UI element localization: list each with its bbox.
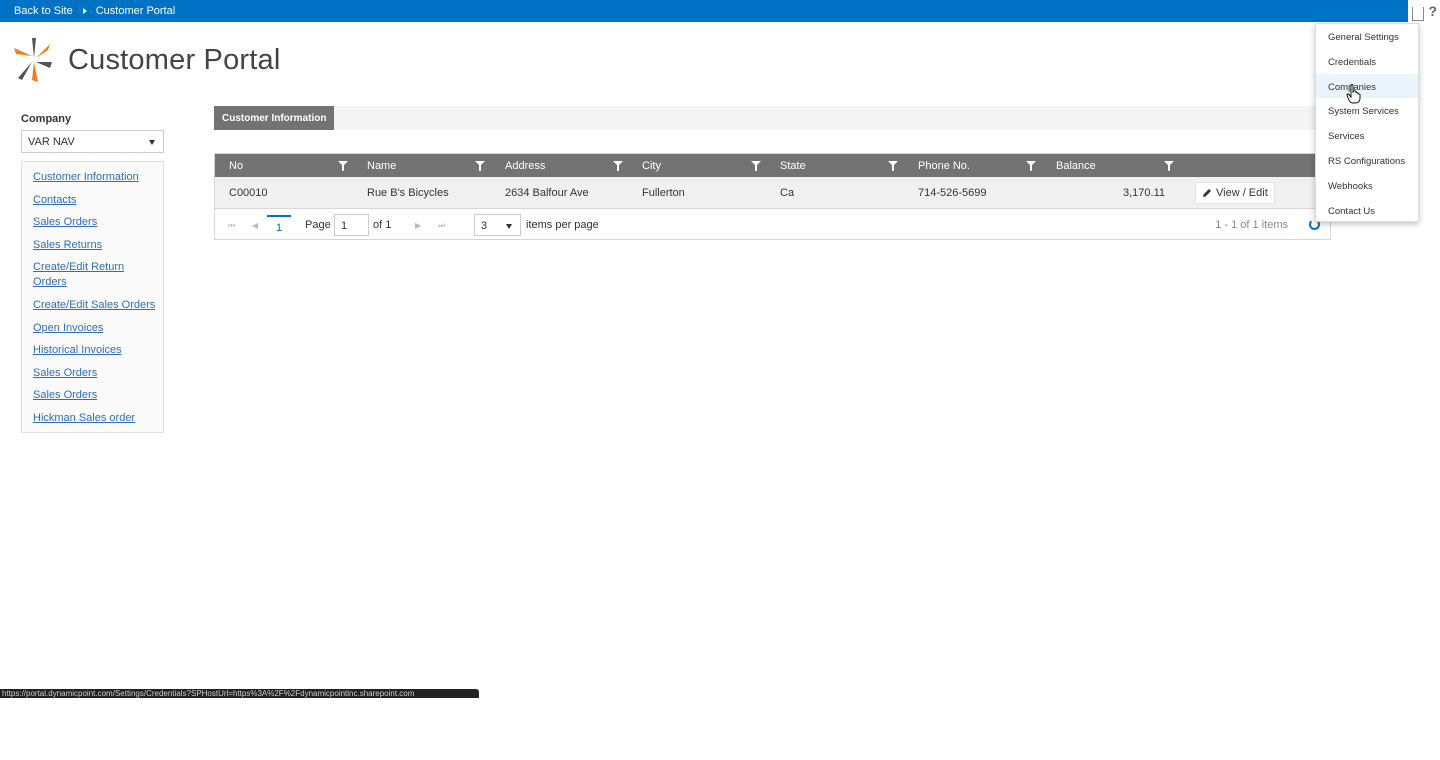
column-header-city[interactable]: City	[628, 154, 766, 177]
nav-sales-orders-2[interactable]: Sales Orders	[33, 366, 163, 381]
page-icon[interactable]	[1412, 7, 1425, 21]
pencil-icon	[1203, 189, 1211, 197]
chevron-down-icon	[149, 140, 155, 145]
page-count: of 1	[373, 219, 392, 231]
filter-icon[interactable]	[888, 161, 898, 171]
portal-header: Customer Portal	[12, 36, 281, 84]
tab-strip: Customer Information	[214, 106, 1331, 130]
menu-item-webhooks[interactable]: Webhooks	[1316, 173, 1418, 198]
menu-item-contact-us[interactable]: Contact Us	[1316, 198, 1418, 223]
nav-create-edit-sales-orders[interactable]: Create/Edit Sales Orders	[33, 298, 163, 313]
column-header-name[interactable]: Name	[353, 154, 491, 177]
nav-sales-orders-3[interactable]: Sales Orders	[33, 388, 163, 403]
cell-city: Fullerton	[642, 187, 685, 199]
help-icon[interactable]: ?	[1428, 3, 1437, 19]
cell-no: C00010	[229, 187, 268, 199]
menu-item-system-services[interactable]: System Services	[1316, 98, 1418, 123]
filter-icon[interactable]	[751, 161, 761, 171]
previous-page-icon[interactable]: ◀	[252, 221, 258, 230]
menu-item-companies[interactable]: Companies	[1316, 73, 1418, 99]
page-size-select[interactable]: 3	[474, 214, 521, 236]
nav-customer-information[interactable]: Customer Information	[33, 170, 163, 185]
filter-icon[interactable]	[1026, 161, 1036, 171]
cell-balance: 3,170.11	[1122, 187, 1165, 199]
table-row: C00010 Rue B's Bicycles 2634 Balfour Ave…	[215, 177, 1330, 209]
nav-sales-orders[interactable]: Sales Orders	[33, 215, 163, 230]
suite-bar: Back to Site Customer Portal	[0, 0, 1408, 22]
first-page-icon[interactable]: ⏮	[228, 221, 235, 231]
tab-customer-information[interactable]: Customer Information	[214, 106, 335, 130]
column-header-balance[interactable]: Balance	[1042, 154, 1180, 177]
chevron-down-icon	[506, 224, 512, 229]
grid-pager: ⏮ ◀ 1 Page 1 of 1 ▶ ⏭ 3 items per page 1…	[215, 210, 1330, 240]
corner-icons: ?	[1408, 0, 1440, 22]
view-edit-label: View / Edit	[1216, 187, 1268, 199]
menu-item-services[interactable]: Services	[1316, 123, 1418, 148]
customer-grid: No Name Address City State Phone No. Bal…	[214, 153, 1331, 240]
menu-item-rs-configurations[interactable]: RS Configurations	[1316, 148, 1418, 173]
filter-icon[interactable]	[1164, 161, 1174, 171]
company-label: Company	[21, 113, 72, 125]
page-title: Customer Portal	[68, 43, 281, 76]
view-edit-button[interactable]: View / Edit	[1195, 182, 1275, 204]
column-header-state[interactable]: State	[766, 154, 904, 177]
nav-historical-invoices[interactable]: Historical Invoices	[33, 343, 163, 358]
status-bar-url: https://portal.dynamicpoint.com/Settings…	[0, 689, 479, 698]
column-header-address[interactable]: Address	[491, 154, 629, 177]
side-navigation: Customer Information Contacts Sales Orde…	[21, 161, 164, 433]
grid-header: No Name Address City State Phone No. Bal…	[215, 154, 1330, 177]
menu-item-credentials[interactable]: Credentials	[1316, 49, 1418, 74]
nav-sales-returns[interactable]: Sales Returns	[33, 238, 163, 253]
pager-info: 1 - 1 of 1 items	[1215, 219, 1288, 231]
cell-state: Ca	[780, 187, 795, 199]
filter-icon[interactable]	[338, 161, 348, 171]
last-page-icon[interactable]: ⏭	[438, 221, 445, 231]
company-selected-value: VAR NAV	[28, 136, 75, 148]
column-header-phone[interactable]: Phone No.	[904, 154, 1042, 177]
nav-open-invoices[interactable]: Open Invoices	[33, 321, 163, 336]
back-to-site-link[interactable]: Back to Site	[14, 5, 73, 17]
nav-create-edit-return-orders[interactable]: Create/Edit Return Orders	[33, 260, 133, 290]
page-label: Page	[305, 219, 331, 231]
nav-hickman-sales-order[interactable]: Hickman Sales order	[33, 411, 163, 426]
hand-cursor-icon	[1346, 84, 1361, 104]
breadcrumb-current[interactable]: Customer Portal	[96, 5, 175, 17]
next-page-icon[interactable]: ▶	[415, 221, 421, 230]
company-logo	[14, 38, 52, 82]
items-per-page-label: items per page	[526, 219, 599, 231]
company-select[interactable]: VAR NAV	[21, 130, 164, 153]
cell-phone: 714-526-5699	[918, 187, 987, 199]
nav-contacts[interactable]: Contacts	[33, 193, 163, 208]
breadcrumb-arrow-icon	[82, 8, 87, 14]
cell-address: 2634 Balfour Ave	[505, 187, 589, 199]
page-size-value: 3	[481, 220, 488, 232]
filter-icon[interactable]	[475, 161, 485, 171]
current-page-number[interactable]: 1	[267, 215, 291, 235]
column-header-no[interactable]: No	[215, 154, 353, 177]
filter-icon[interactable]	[613, 161, 623, 171]
page-input[interactable]: 1	[334, 214, 369, 236]
menu-item-general-settings[interactable]: General Settings	[1316, 24, 1418, 49]
settings-menu: General Settings Credentials Companies S…	[1315, 23, 1419, 222]
cell-name: Rue B's Bicycles	[367, 187, 449, 199]
